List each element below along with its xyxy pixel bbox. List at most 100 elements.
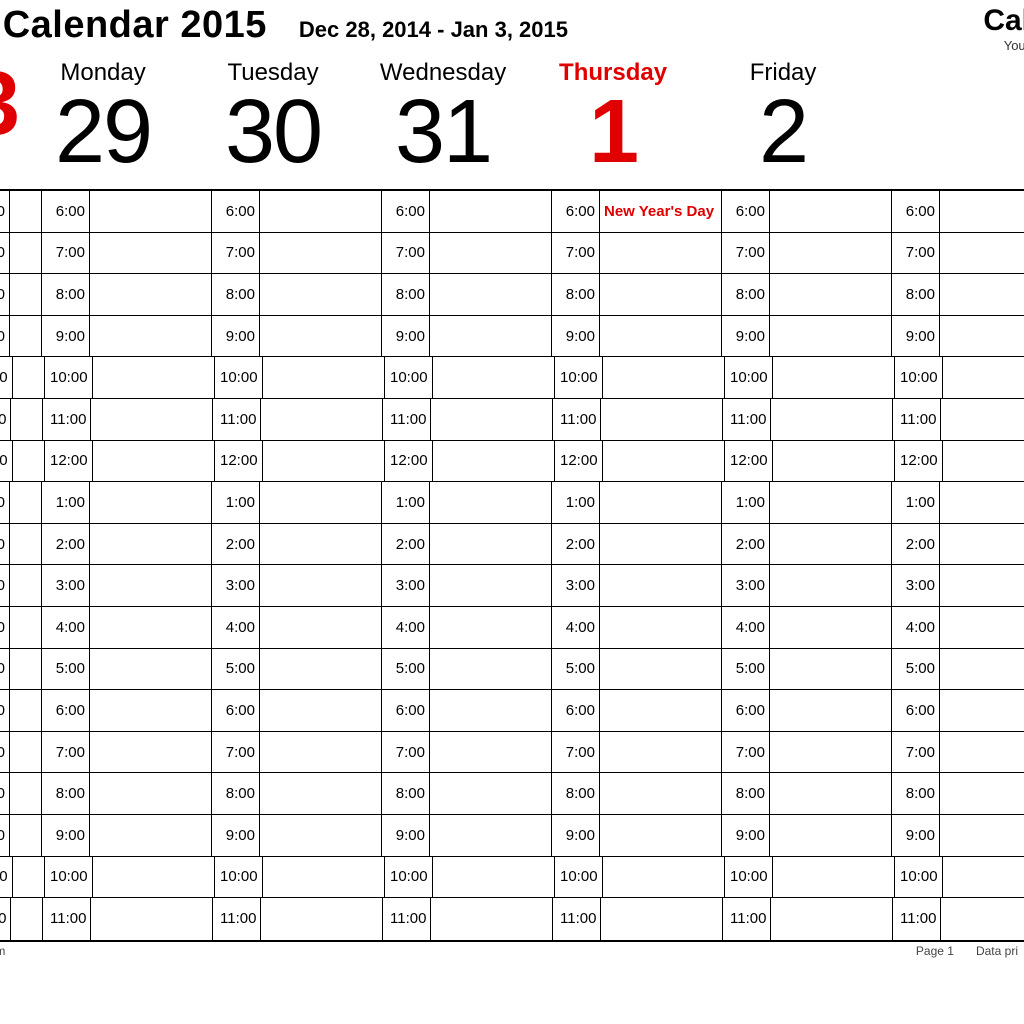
event-cell[interactable]: [90, 482, 212, 523]
event-cell[interactable]: [260, 191, 382, 232]
event-cell[interactable]: [943, 441, 963, 482]
event-cell[interactable]: [10, 690, 42, 731]
event-cell[interactable]: [90, 815, 212, 856]
event-cell[interactable]: [940, 690, 960, 731]
event-cell[interactable]: [90, 233, 212, 274]
event-cell[interactable]: [940, 565, 960, 606]
event-cell[interactable]: [260, 316, 382, 357]
event-cell[interactable]: [940, 649, 960, 690]
event-cell[interactable]: [10, 773, 42, 814]
event-cell[interactable]: [600, 773, 722, 814]
event-cell[interactable]: [10, 191, 42, 232]
event-cell[interactable]: [263, 441, 385, 482]
event-cell[interactable]: [430, 274, 552, 315]
event-cell[interactable]: [430, 732, 552, 773]
event-cell[interactable]: [260, 233, 382, 274]
event-cell[interactable]: [260, 565, 382, 606]
event-cell[interactable]: [773, 441, 895, 482]
event-cell[interactable]: [10, 316, 42, 357]
event-cell[interactable]: [430, 565, 552, 606]
event-cell[interactable]: [13, 357, 45, 398]
event-cell[interactable]: [601, 399, 723, 440]
event-cell[interactable]: [10, 565, 42, 606]
event-cell[interactable]: [13, 441, 45, 482]
event-cell[interactable]: [773, 857, 895, 898]
event-cell[interactable]: [10, 524, 42, 565]
event-cell[interactable]: [260, 524, 382, 565]
event-cell[interactable]: [600, 649, 722, 690]
event-cell[interactable]: [770, 690, 892, 731]
event-cell[interactable]: [600, 815, 722, 856]
event-cell[interactable]: [91, 399, 213, 440]
event-cell[interactable]: [600, 565, 722, 606]
event-cell[interactable]: [940, 233, 960, 274]
event-cell[interactable]: [943, 857, 963, 898]
event-cell[interactable]: [770, 649, 892, 690]
event-cell[interactable]: [261, 399, 383, 440]
event-cell[interactable]: [430, 233, 552, 274]
event-cell[interactable]: [770, 191, 892, 232]
event-cell[interactable]: [600, 524, 722, 565]
event-cell[interactable]: [940, 732, 960, 773]
event-cell[interactable]: [10, 482, 42, 523]
event-cell[interactable]: [940, 524, 960, 565]
event-cell[interactable]: [603, 857, 725, 898]
event-cell[interactable]: [433, 857, 555, 898]
event-cell[interactable]: [431, 898, 553, 940]
event-cell[interactable]: [940, 773, 960, 814]
event-cell[interactable]: [770, 732, 892, 773]
event-cell[interactable]: [601, 898, 723, 940]
event-cell[interactable]: [260, 773, 382, 814]
event-cell[interactable]: [430, 482, 552, 523]
event-cell[interactable]: [90, 191, 212, 232]
event-cell[interactable]: [770, 607, 892, 648]
event-cell[interactable]: [600, 732, 722, 773]
event-cell[interactable]: [770, 815, 892, 856]
event-cell[interactable]: [91, 898, 213, 940]
event-cell[interactable]: [10, 233, 42, 274]
event-cell[interactable]: [260, 649, 382, 690]
event-cell[interactable]: [940, 607, 960, 648]
event-cell[interactable]: [430, 690, 552, 731]
event-cell[interactable]: [430, 524, 552, 565]
event-cell[interactable]: [90, 732, 212, 773]
event-cell[interactable]: [260, 482, 382, 523]
event-cell[interactable]: [430, 607, 552, 648]
event-cell[interactable]: [773, 357, 895, 398]
event-cell[interactable]: [260, 274, 382, 315]
event-cell[interactable]: [940, 815, 960, 856]
event-cell[interactable]: [771, 399, 893, 440]
event-cell[interactable]: [600, 482, 722, 523]
event-cell[interactable]: [90, 524, 212, 565]
event-cell[interactable]: [603, 441, 725, 482]
event-cell[interactable]: [770, 316, 892, 357]
event-cell[interactable]: [770, 274, 892, 315]
event-cell[interactable]: [600, 690, 722, 731]
event-cell[interactable]: [93, 357, 215, 398]
event-cell[interactable]: [940, 482, 960, 523]
event-cell[interactable]: [431, 399, 553, 440]
event-cell[interactable]: [10, 274, 42, 315]
event-cell[interactable]: [430, 815, 552, 856]
event-cell[interactable]: [10, 607, 42, 648]
event-cell[interactable]: [430, 316, 552, 357]
event-cell[interactable]: [90, 690, 212, 731]
event-cell[interactable]: [430, 191, 552, 232]
event-cell[interactable]: [10, 732, 42, 773]
event-cell[interactable]: [90, 565, 212, 606]
event-cell[interactable]: [600, 316, 722, 357]
event-cell[interactable]: [11, 898, 43, 940]
event-cell[interactable]: [943, 357, 963, 398]
event-cell[interactable]: [940, 316, 960, 357]
event-cell[interactable]: [940, 191, 960, 232]
event-cell[interactable]: [90, 649, 212, 690]
event-cell[interactable]: [600, 274, 722, 315]
event-cell[interactable]: [260, 690, 382, 731]
event-cell[interactable]: [603, 357, 725, 398]
event-cell[interactable]: [10, 815, 42, 856]
event-cell[interactable]: [433, 441, 555, 482]
event-cell[interactable]: [90, 607, 212, 648]
event-cell[interactable]: [600, 233, 722, 274]
event-cell[interactable]: [260, 815, 382, 856]
event-cell[interactable]: [770, 773, 892, 814]
